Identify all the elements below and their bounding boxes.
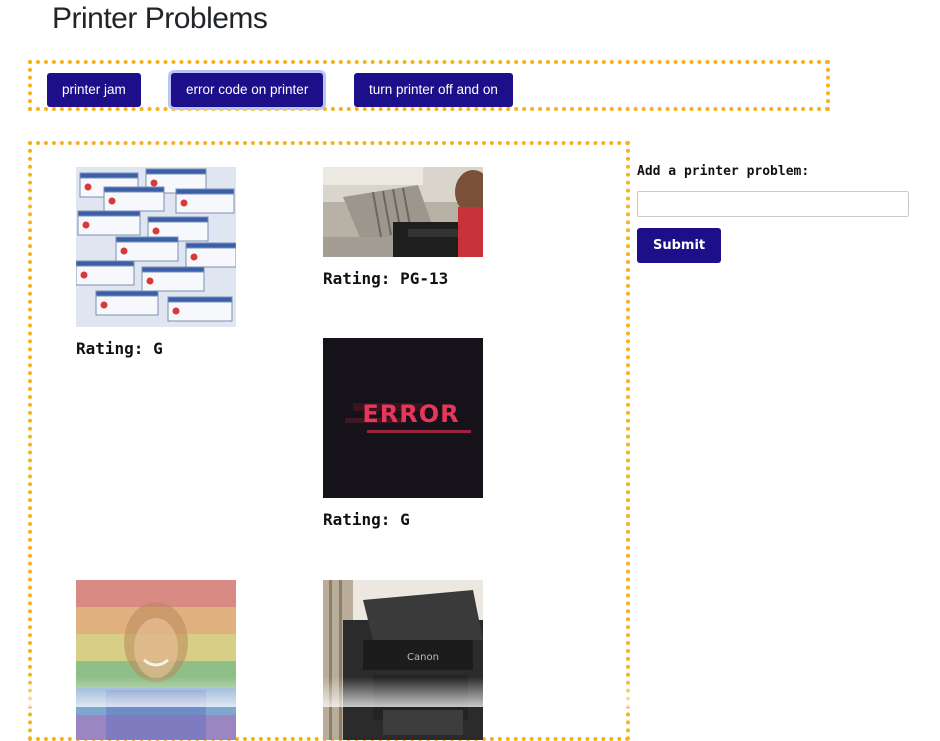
gif-tile (76, 580, 236, 740)
person-at-printer-image[interactable] (323, 167, 483, 257)
topic-button-error-code[interactable]: error code on printer (171, 73, 324, 107)
add-problem-form: Add a printer problem: Submit (637, 164, 909, 263)
gif-rating: Rating: G (323, 510, 410, 529)
page-title: Printer Problems (52, 2, 268, 35)
gif-tile: Rating: G (76, 167, 236, 358)
rainbow-portrait-image[interactable] (76, 580, 236, 740)
problem-text-input[interactable] (637, 191, 909, 217)
error-screen-image[interactable]: ERROR (323, 338, 483, 498)
submit-button[interactable]: Submit (637, 228, 722, 263)
gif-rating: Rating: PG-13 (323, 269, 449, 288)
gif-tile: Rating: PG-13 (323, 167, 483, 288)
canon-printer-image[interactable]: Canon (323, 580, 483, 740)
canon-logo-text: Canon (407, 652, 439, 663)
error-screen-text: ERROR (362, 400, 459, 428)
topic-button-bar: printer jam error code on printer turn p… (28, 60, 830, 111)
topic-button-turn-off-on[interactable]: turn printer off and on (354, 73, 513, 107)
gif-rating: Rating: G (76, 339, 163, 358)
add-problem-label: Add a printer problem: (637, 164, 810, 179)
gif-tile: ERROR Rating: G (323, 338, 483, 529)
gif-tile: Canon (323, 580, 483, 740)
gif-results-area: Rating: G Rating: PG-13 ERROR Rating: G … (28, 141, 630, 741)
topic-button-printer-jam[interactable]: printer jam (47, 73, 141, 107)
stacked-error-dialogs-image[interactable] (76, 167, 236, 327)
